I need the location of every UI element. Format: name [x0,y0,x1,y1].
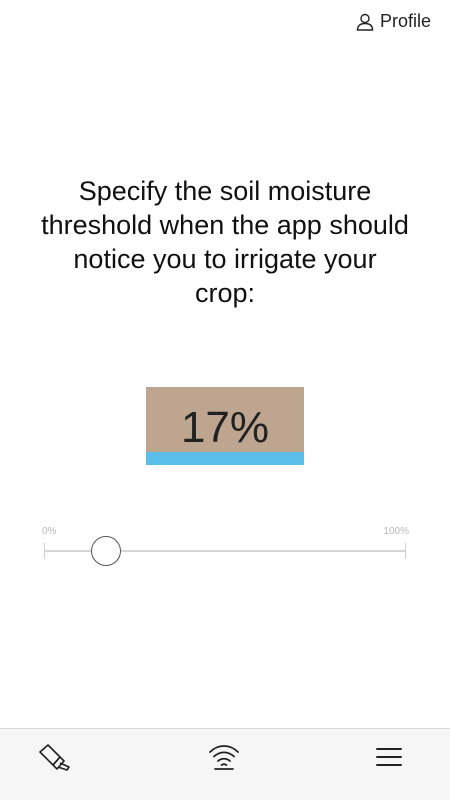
nav-menu-button[interactable] [369,739,409,779]
watering-can-icon [37,742,71,777]
moisture-threshold-slider[interactable]: 0% 100% [42,522,409,572]
profile-link[interactable]: Profile [356,11,431,32]
profile-label: Profile [379,11,431,31]
hamburger-menu-icon [376,746,402,773]
wifi-signal-icon [208,743,240,776]
nav-connection-button[interactable] [204,739,244,779]
bottom-navigation [0,728,450,800]
moisture-threshold-prompt: Specify the soil moisture threshold when… [41,176,409,308]
user-icon [356,13,374,31]
slider-thumb[interactable] [91,536,121,566]
slider-max-label: 100% [383,526,409,537]
moisture-value: 17% [180,403,270,452]
slider-min-tick [44,543,45,559]
slider-max-tick [405,543,406,559]
moisture-indicator: 17% [146,387,304,465]
slider-min-label: 0% [42,526,57,537]
nav-irrigation-button[interactable] [34,739,74,779]
